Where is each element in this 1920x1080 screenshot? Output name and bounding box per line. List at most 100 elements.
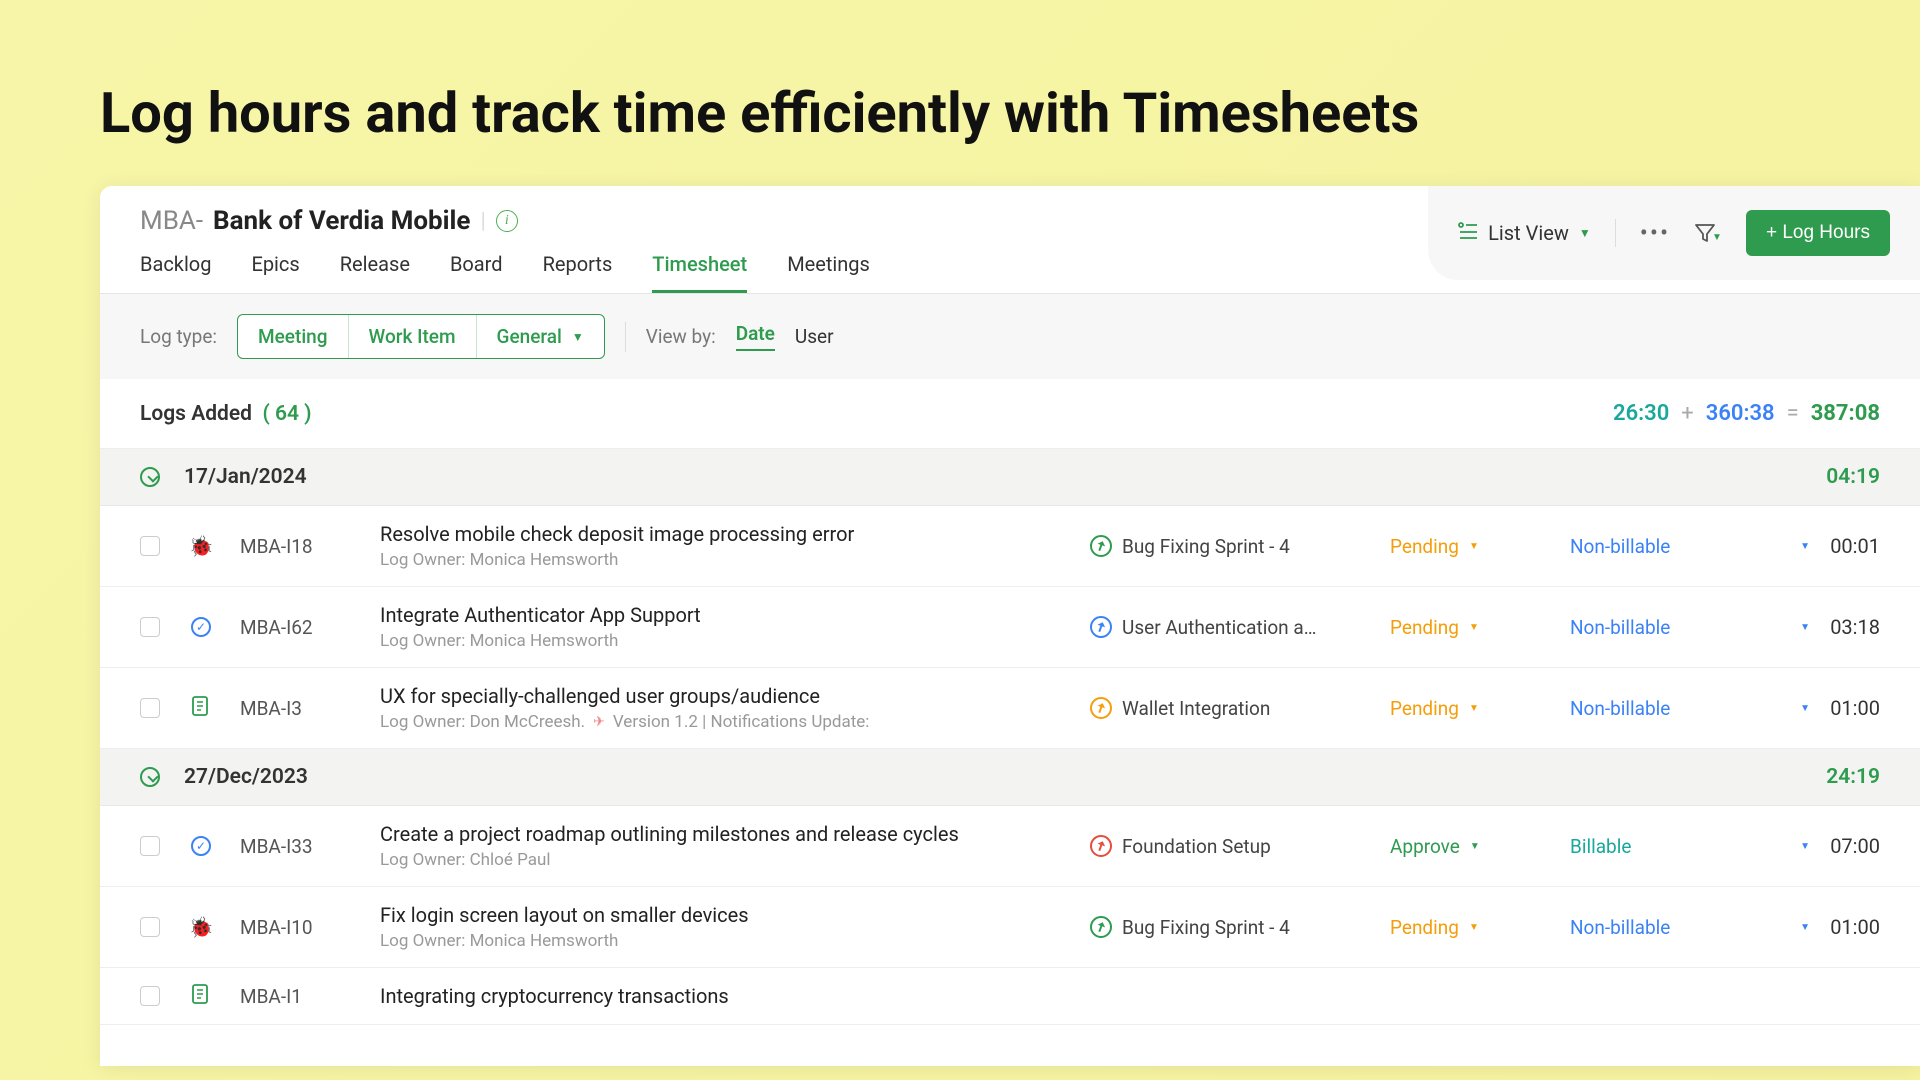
billable-dropdown[interactable]: Billable▼ xyxy=(1570,835,1810,858)
nav-tabs: Backlog Epics Release Board Reports Time… xyxy=(140,252,870,293)
status-dropdown[interactable]: Pending ▼ xyxy=(1390,535,1560,558)
filter-icon[interactable]: ▼ xyxy=(1694,222,1722,244)
item-title[interactable]: Fix login screen layout on smaller devic… xyxy=(380,903,1080,927)
divider xyxy=(1615,219,1616,247)
billable-dropdown[interactable]: Non-billable▼ xyxy=(1570,916,1810,939)
epic-icon xyxy=(1090,535,1112,557)
summary-total: 387:08 xyxy=(1811,401,1880,426)
time-value: 00:01 xyxy=(1820,534,1880,558)
row-checkbox[interactable] xyxy=(140,986,160,1006)
date-group-header[interactable]: 27/Dec/202324:19 xyxy=(100,749,1920,806)
info-icon[interactable]: i xyxy=(496,210,518,232)
tab-release[interactable]: Release xyxy=(340,252,410,293)
item-id[interactable]: MBA-I62 xyxy=(240,616,370,639)
item-id[interactable]: MBA-I10 xyxy=(240,916,370,939)
viewby-label: View by: xyxy=(646,325,716,348)
row-checkbox[interactable] xyxy=(140,836,160,856)
toolbar-right: List View ▼ ••• ▼ + Log Hours xyxy=(1428,186,1920,280)
status-dropdown[interactable]: Pending▼ xyxy=(1390,916,1560,939)
view-mode-dropdown[interactable]: List View ▼ xyxy=(1458,221,1591,245)
tab-timesheet[interactable]: Timesheet xyxy=(652,252,747,293)
chevron-down-icon: ▼ xyxy=(1800,541,1810,552)
billable-dropdown[interactable]: Non-billable▼ xyxy=(1570,697,1810,720)
item-owner: Log Owner: Monica Hemsworth xyxy=(380,931,1080,951)
log-row: MBA-I1 Integrating cryptocurrency transac… xyxy=(100,968,1920,1025)
row-checkbox[interactable] xyxy=(140,698,160,718)
app-window: MBA- Bank of Verdia Mobile | i Backlog E… xyxy=(100,186,1920,1066)
epic-cell[interactable]: User Authentication a… xyxy=(1090,616,1380,639)
item-owner: Log Owner: Chloé Paul xyxy=(380,850,1080,870)
epic-name: Bug Fixing Sprint - 4 xyxy=(1122,916,1290,939)
send-icon: ✈ xyxy=(593,714,605,730)
list-icon xyxy=(1458,222,1478,245)
status-label: Pending xyxy=(1390,697,1459,720)
status-dropdown[interactable]: Approve▼ xyxy=(1390,835,1560,858)
item-id[interactable]: MBA-I18 xyxy=(240,535,370,558)
log-row: ✓MBA-I62Integrate Authenticator App Supp… xyxy=(100,587,1920,668)
summary-label: Logs Added xyxy=(140,402,252,426)
viewby-date[interactable]: Date xyxy=(736,322,775,351)
status-dropdown[interactable]: Pending▼ xyxy=(1390,616,1560,639)
item-title[interactable]: Integrating cryptocurrency transactions xyxy=(380,984,1080,1008)
item-owner: Log Owner: Monica Hemsworth xyxy=(380,550,1080,570)
row-checkbox[interactable] xyxy=(140,617,160,637)
date-total: 24:19 xyxy=(1826,765,1880,789)
chevron-down-icon: ▼ xyxy=(1579,226,1591,240)
epic-icon xyxy=(1090,916,1112,938)
row-checkbox[interactable] xyxy=(140,917,160,937)
header-bar: MBA- Bank of Verdia Mobile | i Backlog E… xyxy=(100,186,1920,294)
log-row: ✓ MBA-I33 Create a project roadmap outlini… xyxy=(100,806,1920,887)
epic-icon xyxy=(1090,697,1112,719)
equals-icon: = xyxy=(1787,401,1799,426)
item-id[interactable]: MBA-I33 xyxy=(240,835,370,858)
clock-icon xyxy=(140,767,160,787)
chevron-down-icon: ▼ xyxy=(1469,703,1479,714)
log-hours-button[interactable]: + Log Hours xyxy=(1746,210,1890,256)
more-menu[interactable]: ••• xyxy=(1640,219,1670,247)
billable-dropdown[interactable]: Non-billable▼ xyxy=(1570,616,1810,639)
logtype-meeting[interactable]: Meeting xyxy=(238,315,349,358)
tab-epics[interactable]: Epics xyxy=(251,252,299,293)
status-dropdown[interactable]: Pending ▼ xyxy=(1390,697,1560,720)
item-title[interactable]: UX for specially-challenged user groups/… xyxy=(380,684,1080,708)
view-mode-label: List View xyxy=(1488,221,1569,245)
log-row: MBA-I3 UX for specially-challenged user g… xyxy=(100,668,1920,749)
logtype-label: Log type: xyxy=(140,325,217,348)
chevron-down-icon: ▼ xyxy=(1800,622,1810,633)
item-title[interactable]: Create a project roadmap outlining miles… xyxy=(380,822,1080,846)
item-title[interactable]: Integrate Authenticator App Support xyxy=(380,603,1080,627)
tab-reports[interactable]: Reports xyxy=(543,252,613,293)
epic-icon xyxy=(1090,616,1112,638)
epic-name: Foundation Setup xyxy=(1122,835,1271,858)
billable-label: Non-billable xyxy=(1570,697,1670,720)
epic-name: Bug Fixing Sprint - 4 xyxy=(1122,535,1290,558)
status-label: Pending xyxy=(1390,535,1459,558)
epic-cell[interactable]: Bug Fixing Sprint - 4 xyxy=(1090,535,1380,558)
bug-icon: 🐞 xyxy=(189,534,214,558)
date-group-header[interactable]: 17/Jan/202404:19 xyxy=(100,449,1920,506)
task-icon: ✓ xyxy=(191,836,211,856)
doc-icon xyxy=(192,696,210,721)
billable-dropdown[interactable]: Non-billable▼ xyxy=(1570,535,1810,558)
item-id[interactable]: MBA-I1 xyxy=(240,985,370,1008)
logtype-group: Meeting Work Item General ▼ xyxy=(237,314,605,359)
tab-board[interactable]: Board xyxy=(450,252,503,293)
project-prefix: MBA- xyxy=(140,206,203,236)
item-id[interactable]: MBA-I3 xyxy=(240,697,370,720)
page-heading: Log hours and track time efficiently wit… xyxy=(0,0,1920,186)
epic-cell[interactable]: Foundation Setup xyxy=(1090,835,1380,858)
item-title[interactable]: Resolve mobile check deposit image proce… xyxy=(380,522,1080,546)
log-groups: 17/Jan/202404:19 🐞 MBA-I18 Resolve mobile c… xyxy=(100,449,1920,1025)
chevron-down-icon: ▼ xyxy=(1469,541,1479,552)
epic-icon xyxy=(1090,835,1112,857)
epic-cell[interactable]: Wallet Integration xyxy=(1090,697,1380,720)
viewby-user[interactable]: User xyxy=(795,325,834,348)
divider: | xyxy=(480,209,485,234)
tab-meetings[interactable]: Meetings xyxy=(787,252,870,293)
epic-cell[interactable]: Bug Fixing Sprint - 4 xyxy=(1090,916,1380,939)
logtype-general[interactable]: General ▼ xyxy=(477,315,604,358)
logtype-workitem[interactable]: Work Item xyxy=(349,315,477,358)
row-checkbox[interactable] xyxy=(140,536,160,556)
log-extra: Version 1.2 | Notifications Update: xyxy=(613,712,870,732)
tab-backlog[interactable]: Backlog xyxy=(140,252,211,293)
